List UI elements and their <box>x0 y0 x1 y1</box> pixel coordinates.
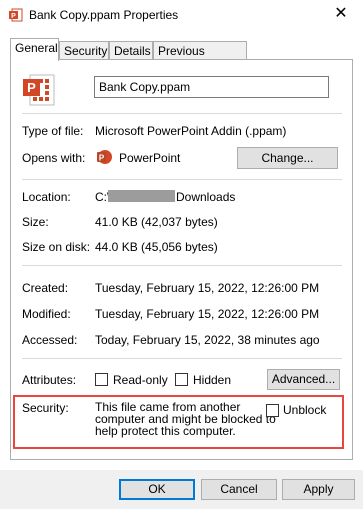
security-label: Security: <box>22 401 69 415</box>
unblock-checkbox[interactable] <box>266 404 279 417</box>
modified-label: Modified: <box>22 307 71 321</box>
svg-text:P: P <box>11 13 16 20</box>
opens-with-value: PowerPoint <box>119 151 181 165</box>
tab-details[interactable]: Details <box>109 41 153 60</box>
readonly-checkbox[interactable] <box>95 373 108 386</box>
unblock-label: Unblock <box>283 403 327 417</box>
separator <box>22 113 342 114</box>
separator <box>22 265 342 266</box>
size-on-disk-label: Size on disk: <box>22 240 91 254</box>
attributes-label: Attributes: <box>22 373 77 387</box>
hidden-checkbox[interactable] <box>175 373 188 386</box>
powerpoint-addin-icon: P <box>9 8 23 22</box>
size-on-disk-value: 44.0 KB (45,056 bytes) <box>95 240 218 254</box>
svg-text:P: P <box>99 154 105 163</box>
security-message-line3: help protect this computer. <box>95 424 236 438</box>
advanced-button[interactable]: Advanced... <box>267 369 340 390</box>
ok-button[interactable]: OK <box>119 479 195 500</box>
separator <box>22 179 342 180</box>
readonly-label: Read-only <box>113 373 168 387</box>
change-button[interactable]: Change... <box>237 147 338 169</box>
close-icon[interactable]: ✕ <box>330 4 352 24</box>
file-name-field[interactable]: Bank Copy.ppam <box>94 76 329 98</box>
size-label: Size: <box>22 215 49 229</box>
svg-text:P: P <box>27 80 36 95</box>
location-suffix: Downloads <box>176 190 236 204</box>
powerpoint-addin-icon: P <box>23 74 55 106</box>
apply-button[interactable]: Apply <box>282 479 355 500</box>
cancel-button[interactable]: Cancel <box>201 479 277 500</box>
type-of-file-value: Microsoft PowerPoint Addin (.ppam) <box>95 124 287 138</box>
accessed-label: Accessed: <box>22 333 78 347</box>
powerpoint-icon: P <box>97 150 112 164</box>
redacted-path <box>108 190 175 202</box>
created-value: Tuesday, February 15, 2022, 12:26:00 PM <box>95 281 320 295</box>
hidden-label: Hidden <box>193 373 232 387</box>
location-label: Location: <box>22 190 71 204</box>
separator <box>22 358 342 359</box>
window-title: Bank Copy.ppam Properties <box>29 8 179 22</box>
modified-value: Tuesday, February 15, 2022, 12:26:00 PM <box>95 307 320 321</box>
created-label: Created: <box>22 281 69 295</box>
accessed-value: Today, February 15, 2022, 38 minutes ago <box>95 333 320 347</box>
opens-with-label: Opens with: <box>22 151 86 165</box>
tab-general[interactable]: General <box>10 38 59 61</box>
tab-security[interactable]: Security <box>59 41 109 60</box>
size-value: 41.0 KB (42,037 bytes) <box>95 215 218 229</box>
type-of-file-label: Type of file: <box>22 124 84 138</box>
tab-previous-versions[interactable]: Previous Versions <box>153 41 247 76</box>
